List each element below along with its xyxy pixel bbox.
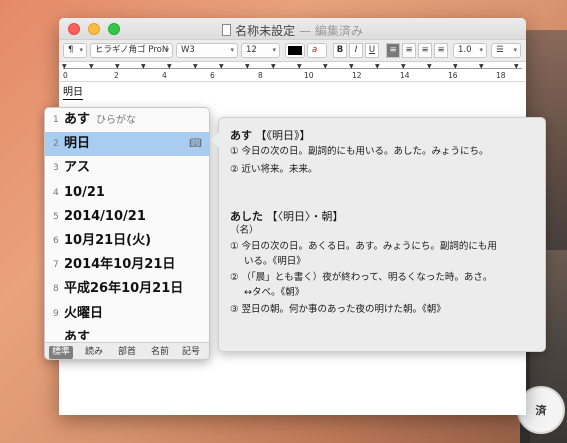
ruler-number: 14	[400, 71, 410, 80]
right-margin-marker-icon[interactable]: ▼	[514, 63, 519, 70]
ruler-number: 2	[114, 71, 119, 80]
color-swatch	[288, 46, 302, 55]
ime-candidate-window: 1 あす ひらがな 2 明日 📖︎ 3 アス 4 10/21 5 2014/10/21 6 10…	[44, 107, 210, 360]
edit-state: — 編集済み	[299, 24, 363, 38]
ruler-number: 16	[448, 71, 458, 80]
candidate-item[interactable]: 9 火曜日	[45, 302, 209, 326]
candidate-item[interactable]: 7 2014年10月21日	[45, 253, 209, 277]
entry-kanji: 【《明日》】	[255, 129, 311, 142]
part-of-speech: （名）	[230, 225, 259, 236]
tab-stop-icon[interactable]: ▼	[271, 63, 276, 70]
tab-stop-icon[interactable]: ▼	[193, 63, 198, 70]
list-style-popup[interactable]: ☰ ▾	[491, 43, 521, 58]
candidate-item[interactable]: 3 アス	[45, 156, 209, 180]
tab-stop-icon[interactable]: ▼	[167, 63, 172, 70]
definition-line: いる。《明日》	[244, 256, 306, 267]
margin-marker-icon[interactable]: ▼	[62, 63, 67, 70]
italic-button[interactable]: I	[349, 43, 363, 58]
window-title: 名称未設定 — 編集済み	[59, 22, 526, 39]
tab-stop-icon[interactable]: ▼	[375, 63, 380, 70]
align-right-button[interactable]: ≡	[418, 43, 432, 58]
ruler-number: 4	[162, 71, 167, 80]
chevron-down-icon: ▾	[479, 46, 483, 54]
document-icon	[222, 24, 232, 36]
chevron-down-icon: ▾	[79, 46, 83, 54]
ruler-number: 0	[63, 71, 68, 80]
tab-stop-icon[interactable]: ▼	[141, 63, 146, 70]
candidate-item[interactable]: 4 10/21	[45, 181, 209, 205]
entry-heading: あす 【《明日》】	[230, 129, 311, 142]
tab-stop-icon[interactable]: ▼	[323, 63, 328, 70]
underline-button[interactable]: U	[365, 43, 379, 58]
ruler-number: 12	[352, 71, 362, 80]
font-weight-popup[interactable]: W3 ▾	[176, 43, 238, 58]
ruler[interactable]: ▼ ▼ ▼ ▼ ▼ ▼ ▼ ▼ ▼ ▼ ▼ ▼ ▼ ▼ ▼ ▼ ▼ ▼ 0 2 …	[59, 62, 526, 82]
tab-reading[interactable]: 読み	[82, 346, 106, 359]
document-text[interactable]: 明日	[63, 87, 83, 100]
title-bar[interactable]: 名称未設定 — 編集済み	[59, 18, 526, 40]
tab-stop-icon[interactable]: ▼	[219, 63, 224, 70]
highlight-color-well[interactable]: a	[307, 43, 327, 58]
dictionary-book-icon: 📖︎	[189, 138, 202, 150]
candidate-item[interactable]: あす	[45, 326, 209, 340]
tab-radical[interactable]: 部首	[115, 346, 139, 359]
ruler-number: 18	[496, 71, 506, 80]
align-center-button[interactable]: ≡	[402, 43, 416, 58]
align-justify-button[interactable]: ≡	[434, 43, 448, 58]
tab-name[interactable]: 名前	[148, 346, 172, 359]
tab-standard[interactable]: 標準	[49, 346, 74, 359]
panel-pointer	[211, 132, 219, 148]
dictionary-panel: あす 【《明日》】 ① 今日の次の日。副詞的にも用いる。あした。みょうにち。 ②…	[211, 117, 546, 352]
font-family-popup[interactable]: ヒラギノ角ゴ ProN ▾	[90, 43, 173, 58]
candidate-item-selected[interactable]: 2 明日 📖︎	[45, 132, 209, 157]
candidate-tabs: 標準 読み 部首 名前 記号	[45, 342, 209, 359]
ruler-number: 10	[304, 71, 314, 80]
candidate-annotation: ひらがな	[96, 115, 137, 126]
text-color-well[interactable]	[285, 43, 305, 58]
chevron-down-icon: ▾	[272, 46, 276, 54]
bold-button[interactable]: B	[333, 43, 347, 58]
tab-stop-icon[interactable]: ▼	[427, 63, 432, 70]
tab-stop-icon[interactable]: ▼	[401, 63, 406, 70]
tab-stop-icon[interactable]: ▼	[245, 63, 250, 70]
definition-line: ② （「晨」とも書く）夜が終わって、明るくなった時。あさ。	[230, 272, 493, 283]
chevron-down-icon: ▾	[165, 46, 169, 54]
tab-stop-icon[interactable]: ▼	[297, 63, 302, 70]
tab-stop-icon[interactable]: ▼	[115, 63, 120, 70]
definition-line: ① 今日の次の日。あくる日。あす。みょうにち。副詞的にも用	[230, 241, 497, 252]
chevron-down-icon: ▾	[513, 46, 517, 54]
tab-stop-icon[interactable]: ▼	[349, 63, 354, 70]
paragraph-style-popup[interactable]: ¶ ▾	[63, 43, 87, 58]
ruler-number: 6	[210, 71, 215, 80]
align-left-button[interactable]: ≡	[386, 43, 400, 58]
chevron-down-icon: ▾	[230, 46, 234, 54]
candidate-item[interactable]: 5 2014/10/21	[45, 205, 209, 229]
ruler-number: 8	[258, 71, 263, 80]
tab-stop-icon[interactable]: ▼	[479, 63, 484, 70]
line-spacing-popup[interactable]: 1.0 ▾	[453, 43, 487, 58]
definition-line: ③ 翌日の朝。何か事のあった夜の明けた朝。《朝》	[230, 304, 446, 315]
font-size-popup[interactable]: 12 ▾	[241, 43, 280, 58]
definition-line: ② 近い将来。未来。	[230, 164, 318, 175]
tab-stop-icon[interactable]: ▼	[453, 63, 458, 70]
candidate-list: 1 あす ひらがな 2 明日 📖︎ 3 アス 4 10/21 5 2014/10/21 6 10…	[45, 108, 209, 340]
entry-kanji: 【〈明日〉・朝】	[266, 210, 344, 223]
format-toolbar: ¶ ▾ ヒラギノ角ゴ ProN ▾ W3 ▾ 12 ▾ a B I U ≡ ≡ ≡ ≡ …	[59, 40, 526, 62]
candidate-item[interactable]: 8 平成26年10月21日	[45, 277, 209, 301]
candidate-item[interactable]: 6 10月21日(火)	[45, 229, 209, 253]
entry-heading: あした 【〈明日〉・朝】	[230, 210, 344, 223]
definition-line: ↔タベ。《朝》	[244, 287, 305, 298]
tab-stop-icon[interactable]: ▼	[89, 63, 94, 70]
candidate-item[interactable]: 1 あす ひらがな	[45, 108, 209, 132]
definition-line: ① 今日の次の日。副詞的にも用いる。あした。みょうにち。	[230, 146, 489, 157]
tab-symbol[interactable]: 記号	[179, 346, 203, 359]
